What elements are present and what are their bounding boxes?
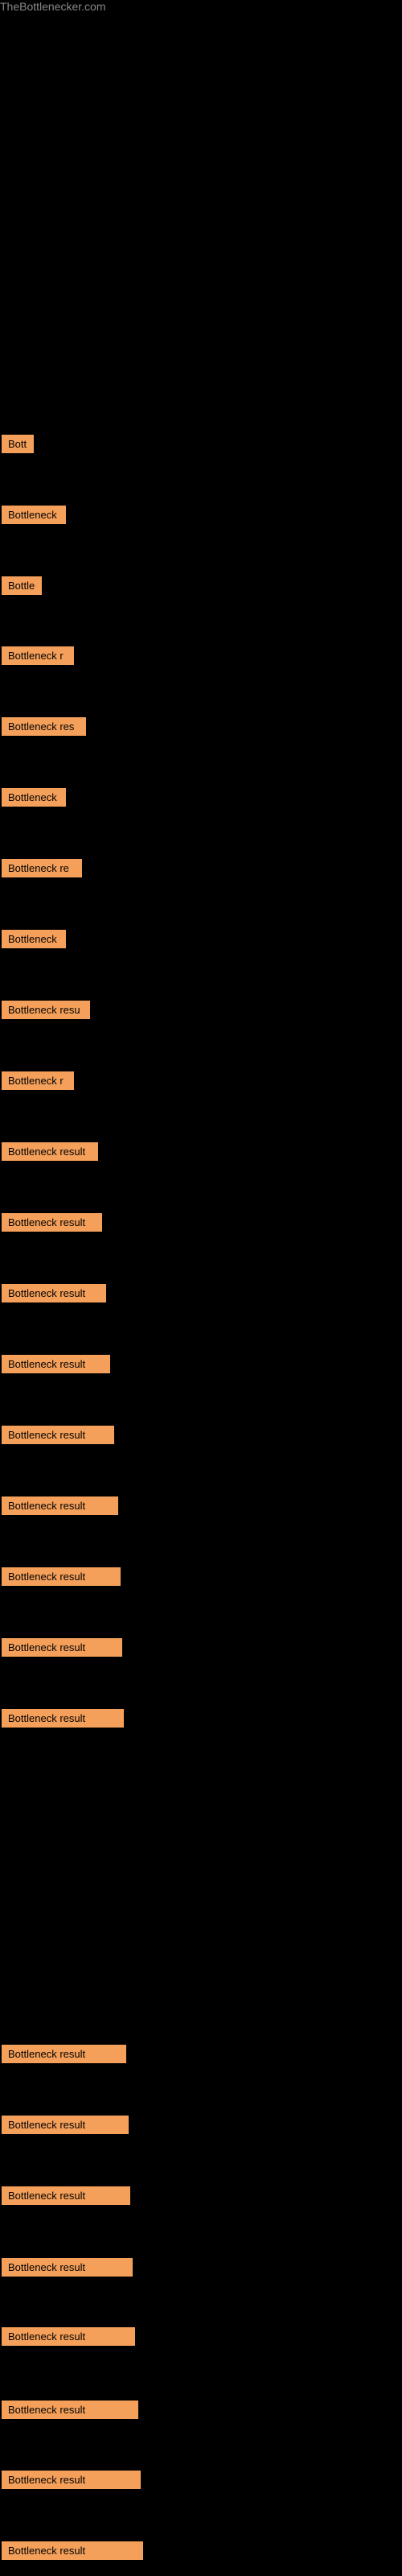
bottleneck-item[interactable]: Bottleneck result bbox=[2, 2541, 143, 2560]
bottleneck-item[interactable]: Bottleneck result bbox=[2, 1638, 122, 1657]
bottleneck-item[interactable]: Bottleneck result bbox=[2, 2116, 129, 2134]
bottleneck-item[interactable]: Bott bbox=[2, 435, 34, 453]
bottleneck-item[interactable]: Bottleneck result bbox=[2, 2401, 138, 2419]
bottleneck-item[interactable]: Bottleneck result bbox=[2, 2045, 126, 2063]
bottleneck-item[interactable]: Bottleneck bbox=[2, 930, 66, 948]
bottleneck-item[interactable]: Bottleneck r bbox=[2, 646, 74, 665]
bottleneck-item[interactable]: Bottleneck bbox=[2, 506, 66, 524]
bottleneck-item[interactable]: Bottleneck result bbox=[2, 1426, 114, 1444]
bottleneck-item[interactable]: Bottleneck result bbox=[2, 1709, 124, 1728]
bottleneck-item[interactable]: Bottleneck result bbox=[2, 2471, 141, 2489]
bottleneck-item[interactable]: Bottleneck r bbox=[2, 1071, 74, 1090]
site-title-container: TheBottlenecker.com bbox=[0, 0, 402, 14]
bottleneck-item[interactable]: Bottleneck result bbox=[2, 2258, 133, 2277]
bottleneck-item[interactable]: Bottleneck bbox=[2, 788, 66, 807]
bottleneck-item[interactable]: Bottle bbox=[2, 576, 42, 595]
bottleneck-item[interactable]: Bottleneck result bbox=[2, 2327, 135, 2346]
site-title: TheBottlenecker.com bbox=[0, 0, 106, 16]
bottleneck-item[interactable]: Bottleneck result bbox=[2, 1142, 98, 1161]
bottleneck-item[interactable]: Bottleneck re bbox=[2, 859, 82, 877]
bottleneck-item[interactable]: Bottleneck result bbox=[2, 1355, 110, 1373]
bottleneck-item[interactable]: Bottleneck res bbox=[2, 717, 86, 736]
bottleneck-item[interactable]: Bottleneck result bbox=[2, 1567, 121, 1586]
bottleneck-item[interactable]: Bottleneck result bbox=[2, 1496, 118, 1515]
bottleneck-item[interactable]: Bottleneck result bbox=[2, 2186, 130, 2205]
bottleneck-item[interactable]: Bottleneck result bbox=[2, 1213, 102, 1232]
bottleneck-item[interactable]: Bottleneck result bbox=[2, 1284, 106, 1302]
bottleneck-item[interactable]: Bottleneck resu bbox=[2, 1001, 90, 1019]
